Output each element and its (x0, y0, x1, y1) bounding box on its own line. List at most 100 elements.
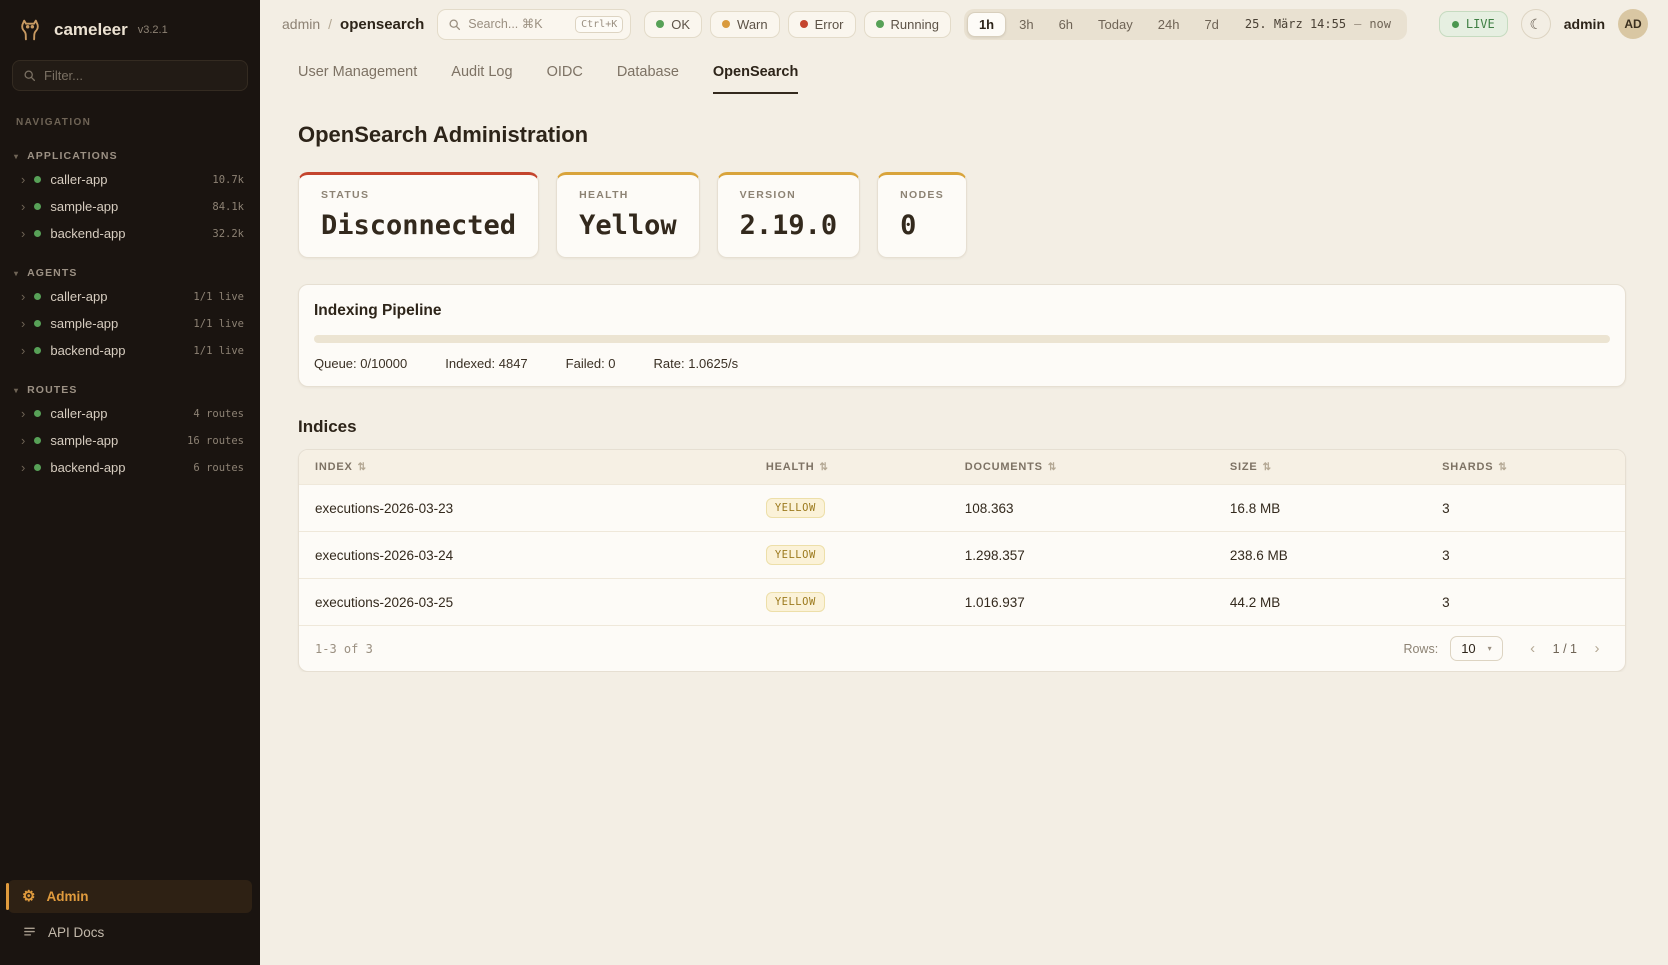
sidebar-item-agents-sample-app[interactable]: › sample-app 1/1 live (0, 310, 260, 337)
tab-opensearch[interactable]: OpenSearch (713, 64, 798, 94)
stat-value: 0 (900, 210, 944, 241)
sidebar-item-routes-backend-app[interactable]: › backend-app 6 routes (0, 454, 260, 481)
dark-mode-toggle[interactable]: ☾ (1521, 9, 1551, 39)
search-icon (23, 69, 36, 82)
sidebar-filter[interactable] (12, 60, 248, 91)
table-header-row: INDEX⇅ HEALTH ⇅ DOCUMENTS⇅ SIZE⇅ SHARDS⇅ (299, 450, 1625, 485)
date-separator: — (1354, 17, 1361, 31)
time-range-3h[interactable]: 3h (1007, 12, 1045, 37)
pipeline-title: Indexing Pipeline (314, 302, 1610, 320)
filter-error[interactable]: Error (788, 11, 856, 38)
sidebar-item-routes-caller-app[interactable]: › caller-app 4 routes (0, 400, 260, 427)
chevron-right-icon: › (21, 461, 25, 474)
pipeline-failed: Failed: 0 (566, 356, 616, 371)
cell-shards: 3 (1426, 579, 1625, 626)
item-badge: 16 routes (187, 435, 244, 447)
cell-documents: 1.016.937 (949, 579, 1214, 626)
filter-input[interactable] (44, 68, 237, 83)
item-label: sample-app (50, 433, 178, 448)
health-badge: YELLOW (766, 592, 825, 612)
rows-per-page-select[interactable]: 10 ▾ (1450, 636, 1502, 661)
tab-database[interactable]: Database (617, 64, 679, 94)
sidebar-item-agents-caller-app[interactable]: › caller-app 1/1 live (0, 283, 260, 310)
section-label: ROUTES (27, 384, 77, 396)
admin-label: Admin (46, 889, 88, 904)
breadcrumb-parent[interactable]: admin (282, 16, 320, 32)
filter-warn[interactable]: Warn (710, 11, 780, 38)
stat-label: HEALTH (579, 189, 677, 201)
main-area: admin / opensearch Ctrl+K OK Warn (260, 0, 1668, 965)
time-range-6h[interactable]: 6h (1047, 12, 1085, 37)
time-range-7d[interactable]: 7d (1192, 12, 1230, 37)
tab-oidc[interactable]: OIDC (547, 64, 583, 94)
table-row[interactable]: executions-2026-03-24 YELLOW 1.298.357 2… (299, 532, 1625, 579)
stat-label: NODES (900, 189, 944, 201)
chevron-right-icon: › (21, 200, 25, 213)
time-range-today[interactable]: Today (1086, 12, 1145, 37)
pipeline-queue: Queue: 0/10000 (314, 356, 407, 371)
global-search[interactable]: Ctrl+K (437, 9, 631, 40)
status-dot (34, 410, 41, 417)
sidebar-item-api-docs[interactable]: API Docs (8, 916, 252, 949)
indices-table: INDEX⇅ HEALTH⇅ DOCUMENTS⇅ SIZE⇅ SHARDS⇅ … (299, 450, 1625, 625)
avatar[interactable]: AD (1618, 9, 1648, 39)
sidebar-item-applications-backend-app[interactable]: › backend-app 32.2k (0, 220, 260, 247)
section-header-routes[interactable]: ▾ ROUTES (0, 380, 260, 400)
item-badge: 1/1 live (193, 345, 244, 357)
item-badge: 1/1 live (193, 291, 244, 303)
filter-label: Warn (737, 17, 768, 32)
live-indicator[interactable]: LIVE (1439, 11, 1508, 37)
logo: cameleer v3.2.1 (0, 0, 260, 56)
section-header-applications[interactable]: ▾ APPLICATIONS (0, 146, 260, 166)
next-page-button[interactable]: › (1585, 637, 1609, 661)
cell-index: executions-2026-03-23 (299, 485, 750, 532)
breadcrumb: admin / opensearch (282, 16, 424, 33)
tab-audit-log[interactable]: Audit Log (451, 64, 512, 94)
app-name: cameleer (54, 20, 128, 40)
chevron-down-icon: ▾ (1488, 644, 1492, 653)
column-header-documents[interactable]: DOCUMENTS⇅ (949, 450, 1214, 485)
sidebar-item-routes-sample-app[interactable]: › sample-app 16 routes (0, 427, 260, 454)
column-header-shards[interactable]: SHARDS⇅ (1426, 450, 1625, 485)
column-header-health[interactable]: HEALTH ⇅ (750, 450, 949, 485)
page-title: OpenSearch Administration (298, 122, 1626, 148)
sort-icon: ⇅ (1498, 462, 1507, 473)
sidebar: cameleer v3.2.1 NAVIGATION ▾ APPLICATION… (0, 0, 260, 965)
pipeline-indexed: Indexed: 4847 (445, 356, 527, 371)
column-label: HEALTH (766, 461, 815, 473)
table-row[interactable]: executions-2026-03-23 YELLOW 108.363 16.… (299, 485, 1625, 532)
time-range-24h[interactable]: 24h (1146, 12, 1192, 37)
cell-shards: 3 (1426, 485, 1625, 532)
cell-health: YELLOW (750, 579, 949, 626)
item-label: sample-app (50, 199, 203, 214)
cell-index: executions-2026-03-24 (299, 532, 750, 579)
indexing-pipeline-panel: Indexing Pipeline Queue: 0/10000 Indexed… (298, 284, 1626, 387)
time-range-1h[interactable]: 1h (967, 12, 1006, 37)
section-header-agents[interactable]: ▾ AGENTS (0, 263, 260, 283)
cameleer-logo-icon (16, 16, 44, 44)
sort-icon: ⇅ (819, 462, 828, 473)
prev-page-button[interactable]: ‹ (1521, 637, 1545, 661)
sidebar-item-admin[interactable]: ⚙ Admin (8, 880, 252, 913)
filter-running[interactable]: Running (864, 11, 951, 38)
chevron-down-icon: ▾ (14, 269, 19, 278)
stat-card-health: HEALTH Yellow (556, 172, 700, 258)
item-label: caller-app (50, 289, 184, 304)
stat-label: VERSION (740, 189, 838, 201)
item-badge: 84.1k (212, 201, 244, 213)
live-dot-icon (1452, 21, 1459, 28)
cell-size: 16.8 MB (1214, 485, 1426, 532)
sort-icon: ⇅ (1263, 462, 1272, 473)
item-badge: 6 routes (193, 462, 244, 474)
item-label: caller-app (50, 406, 184, 421)
tab-user-management[interactable]: User Management (298, 64, 417, 94)
column-header-size[interactable]: SIZE⇅ (1214, 450, 1426, 485)
sidebar-footer: ⚙ Admin API Docs (0, 870, 260, 965)
sidebar-item-applications-caller-app[interactable]: › caller-app 10.7k (0, 166, 260, 193)
filter-ok[interactable]: OK (644, 11, 702, 38)
table-row[interactable]: executions-2026-03-25 YELLOW 1.016.937 4… (299, 579, 1625, 626)
search-input[interactable] (468, 17, 568, 31)
column-header-index[interactable]: INDEX⇅ (299, 450, 750, 485)
sidebar-item-applications-sample-app[interactable]: › sample-app 84.1k (0, 193, 260, 220)
sidebar-item-agents-backend-app[interactable]: › backend-app 1/1 live (0, 337, 260, 364)
